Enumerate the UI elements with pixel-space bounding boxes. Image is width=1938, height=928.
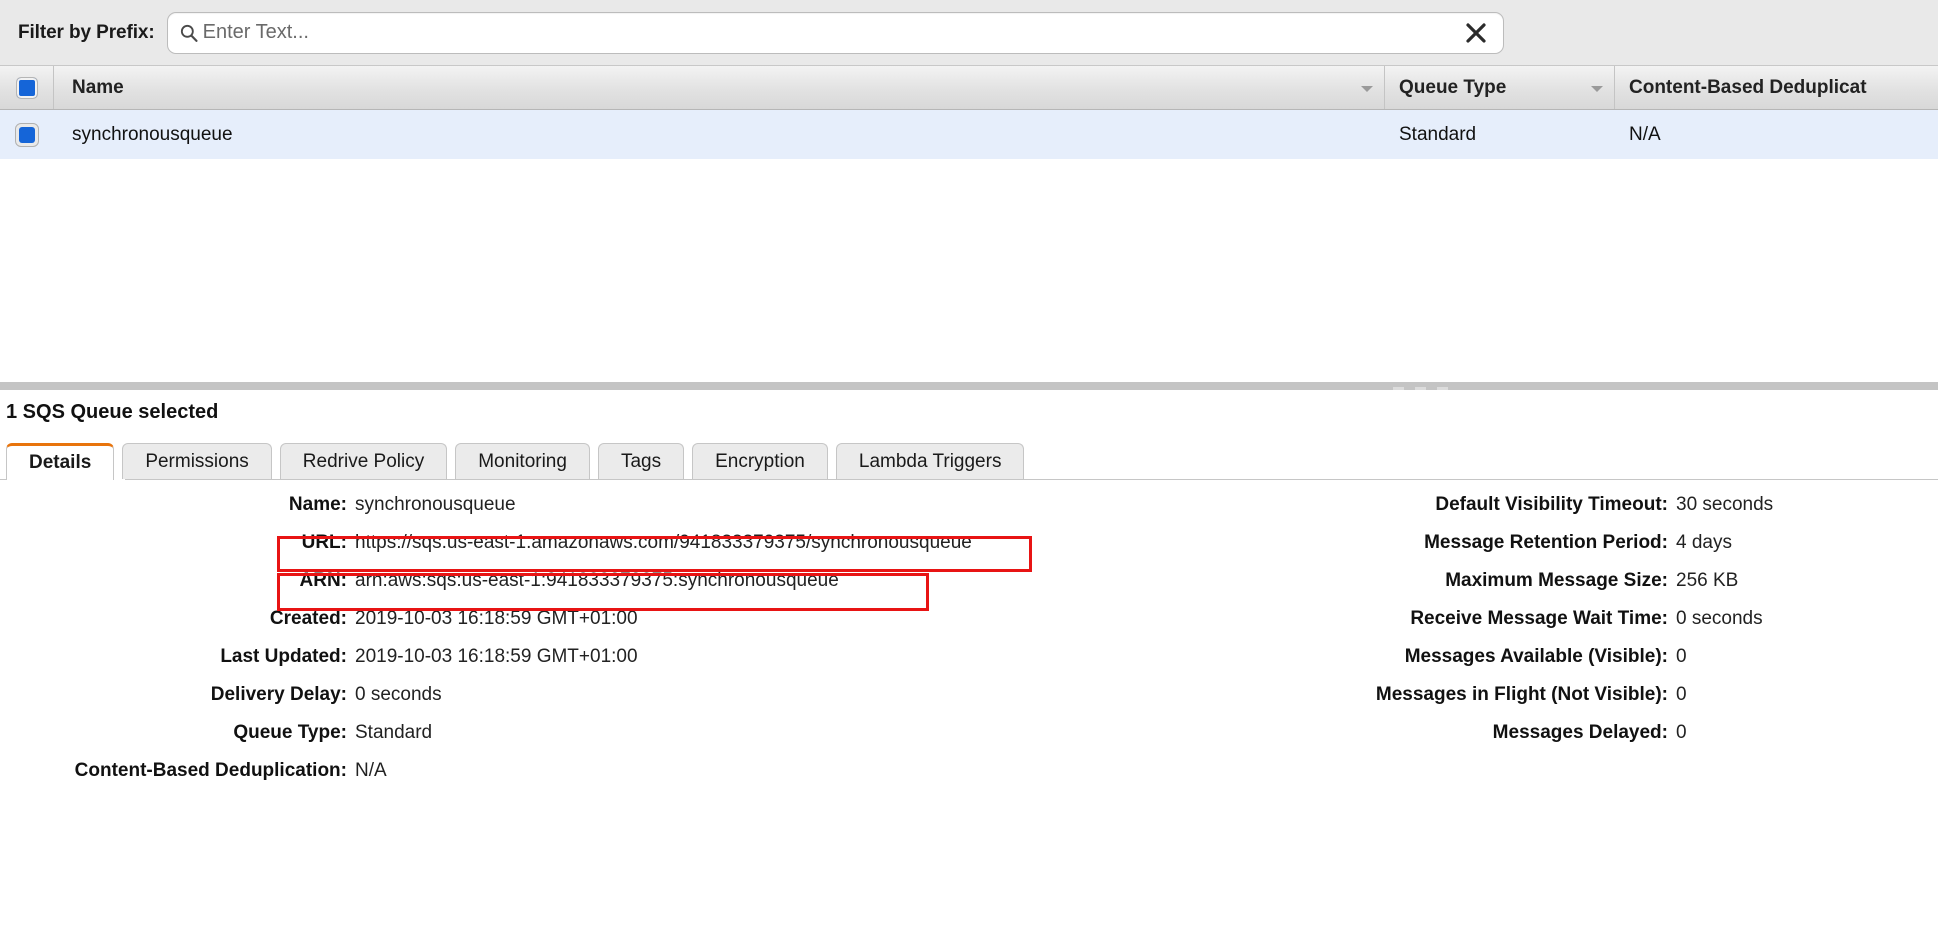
field-content-based-dedup: Content-Based Deduplication: N/A [0,760,1000,798]
field-name: Name: synchronousqueue [0,494,1000,532]
field-name-value: synchronousqueue [355,494,516,515]
field-created: Created: 2019-10-03 16:18:59 GMT+01:00 [0,608,1000,646]
field-queue-type: Queue Type: Standard [0,722,1000,760]
details-tab-content: Name: synchronousqueue URL: https://sqs.… [0,480,1938,928]
field-messages-in-flight: Messages in Flight (Not Visible): 0 [1000,684,1938,722]
field-delivery-delay-label: Delivery Delay: [210,684,347,705]
field-default-visibility-timeout: Default Visibility Timeout: 30 seconds [1000,494,1938,532]
field-messages-available: Messages Available (Visible): 0 [1000,646,1938,684]
field-messages-delayed: Messages Delayed: 0 [1000,722,1938,760]
field-receive-message-wait-time-label: Receive Message Wait Time: [1410,608,1668,629]
field-default-visibility-timeout-value: 30 seconds [1676,494,1774,515]
panel-splitter[interactable] [0,382,1938,390]
tab-details[interactable]: Details [6,443,115,480]
chevron-down-icon[interactable] [1591,85,1603,92]
table-row[interactable]: synchronousqueue Standard N/A [0,110,1938,159]
search-input[interactable] [202,12,1457,53]
field-message-retention-period: Message Retention Period: 4 days [1000,532,1938,570]
search-box[interactable] [166,11,1504,54]
tab-encryption-label: Encryption [715,451,805,472]
column-header-content-based-dedup[interactable]: Content-Based Deduplicat [1615,66,1938,109]
field-name-label: Name: [288,494,347,515]
tab-lambda-triggers-label: Lambda Triggers [858,451,1002,472]
chevron-down-icon[interactable] [1361,85,1373,92]
tab-details-label: Details [29,452,92,473]
column-header-name-label: Name [72,76,124,98]
queue-table-header: Name Queue Type Content-Based Deduplicat [0,66,1938,110]
field-messages-delayed-label: Messages Delayed: [1492,722,1668,743]
select-all-checkbox[interactable] [15,76,38,99]
field-receive-message-wait-time-value: 0 seconds [1676,608,1763,629]
field-message-retention-period-value: 4 days [1676,532,1732,553]
cell-content-based-dedup: N/A [1629,123,1661,145]
field-queue-type-label: Queue Type: [233,722,347,743]
field-delivery-delay: Delivery Delay: 0 seconds [0,684,1000,722]
field-receive-message-wait-time: Receive Message Wait Time: 0 seconds [1000,608,1938,646]
row-select-cell[interactable] [0,122,54,147]
column-header-queue-type[interactable]: Queue Type [1385,66,1615,109]
field-url: URL: https://sqs.us-east-1.amazonaws.com… [0,532,1000,570]
tab-redrive-policy-label: Redrive Policy [302,451,425,472]
field-arn-value: arn:aws:sqs:us-east-1:941833379375:synch… [355,570,839,591]
field-url-label: URL: [301,532,347,553]
detail-tabstrip: Details Permissions Redrive Policy Monit… [0,442,1938,480]
field-content-based-dedup-value: N/A [355,760,387,781]
column-header-name[interactable]: Name [54,66,1385,109]
selected-count-label: 1 SQS Queue selected [6,401,219,423]
column-header-queue-type-label: Queue Type [1399,76,1507,98]
tab-tags[interactable]: Tags [597,443,685,480]
field-delivery-delay-value: 0 seconds [355,684,442,705]
field-messages-in-flight-label: Messages in Flight (Not Visible): [1375,684,1668,705]
sqs-console-page: Filter by Prefix: Name Queue Type C [0,0,1938,928]
field-last-updated-label: Last Updated: [220,646,347,667]
column-header-content-based-dedup-label: Content-Based Deduplicat [1629,76,1867,98]
tab-permissions-label: Permissions [145,451,249,472]
field-maximum-message-size-value: 256 KB [1676,570,1739,591]
field-messages-available-label: Messages Available (Visible): [1404,646,1668,667]
field-messages-delayed-value: 0 [1676,722,1687,743]
field-maximum-message-size: Maximum Message Size: 256 KB [1000,570,1938,608]
field-default-visibility-timeout-label: Default Visibility Timeout: [1435,494,1668,515]
field-arn-label: ARN: [299,570,348,591]
tab-tags-label: Tags [620,451,662,472]
tab-permissions[interactable]: Permissions [122,443,272,480]
tab-monitoring[interactable]: Monitoring [455,443,590,480]
field-message-retention-period-label: Message Retention Period: [1424,532,1668,553]
filter-bar: Filter by Prefix: [0,0,1938,66]
search-icon [180,24,198,42]
field-created-value: 2019-10-03 16:18:59 GMT+01:00 [355,608,638,629]
queue-table-body: synchronousqueue Standard N/A [0,110,1938,382]
tab-monitoring-label: Monitoring [478,451,567,472]
field-last-updated: Last Updated: 2019-10-03 16:18:59 GMT+01… [0,646,1000,684]
field-messages-in-flight-value: 0 [1676,684,1687,705]
detail-panel: 1 SQS Queue selected Details Permissions… [0,390,1938,928]
field-last-updated-value: 2019-10-03 16:18:59 GMT+01:00 [355,646,638,667]
field-messages-available-value: 0 [1676,646,1687,667]
close-icon[interactable] [1463,20,1489,46]
row-checkbox[interactable] [15,122,39,147]
details-right-column: Default Visibility Timeout: 30 seconds M… [1000,494,1938,760]
cell-name: synchronousqueue [72,123,233,145]
field-url-value: https://sqs.us-east-1.amazonaws.com/9418… [355,532,972,553]
cell-queue-type: Standard [1399,123,1477,145]
filter-label: Filter by Prefix: [18,21,155,43]
select-all-header[interactable] [0,66,54,109]
field-content-based-dedup-label: Content-Based Deduplication: [74,760,347,781]
tab-redrive-policy[interactable]: Redrive Policy [279,443,448,480]
field-queue-type-value: Standard [355,722,433,743]
tab-encryption[interactable]: Encryption [692,443,828,480]
field-created-label: Created: [269,608,347,629]
field-arn: ARN: arn:aws:sqs:us-east-1:941833379375:… [0,570,1000,608]
details-left-column: Name: synchronousqueue URL: https://sqs.… [0,494,1000,798]
tab-lambda-triggers[interactable]: Lambda Triggers [835,443,1025,480]
field-maximum-message-size-label: Maximum Message Size: [1445,570,1668,591]
